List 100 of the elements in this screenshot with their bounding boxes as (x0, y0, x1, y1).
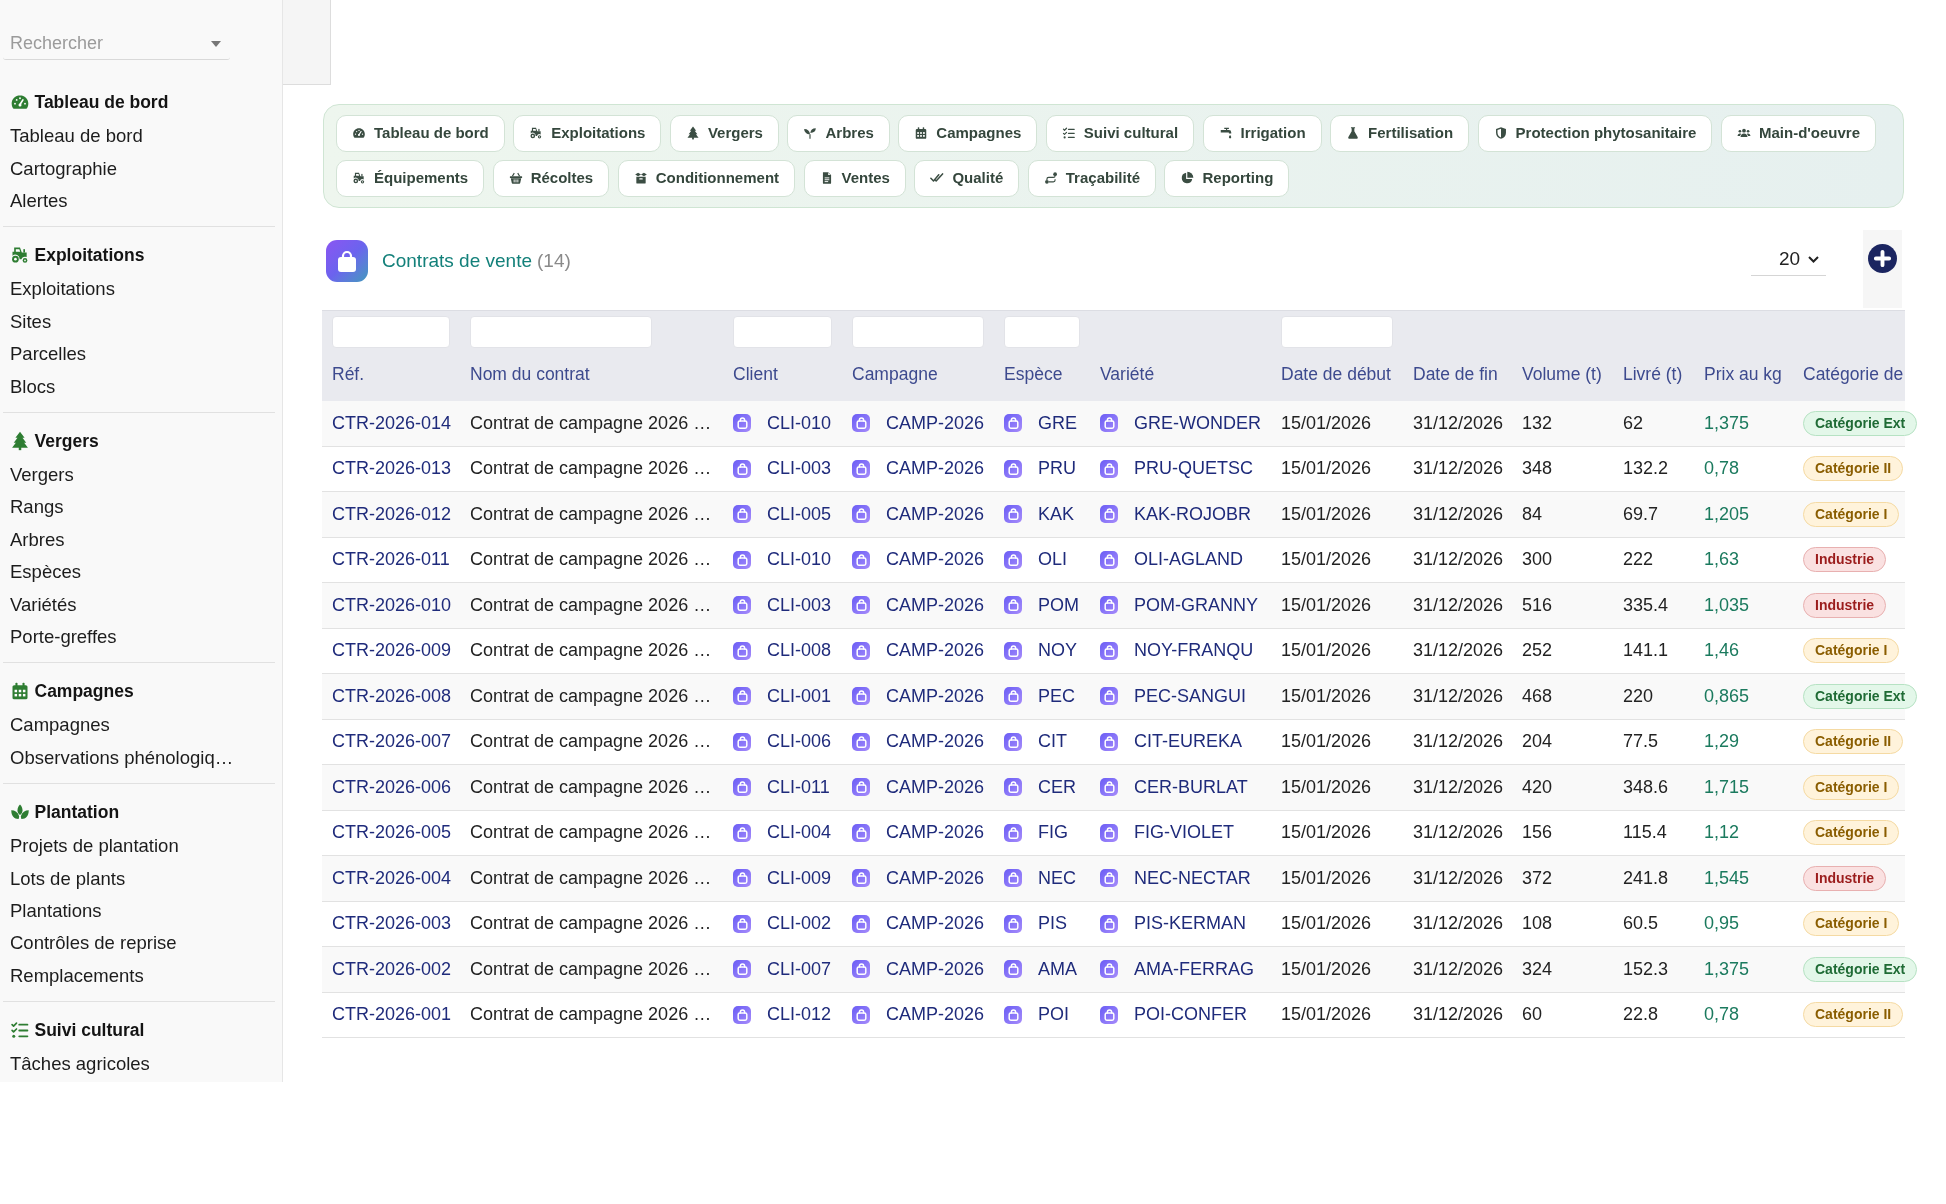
campaign-link[interactable]: CAMP-2026 (886, 819, 985, 847)
add-icon[interactable] (1868, 244, 1897, 273)
ref-link[interactable]: CTR-2026-004 (332, 864, 452, 892)
campaign-link[interactable]: CAMP-2026 (886, 455, 985, 483)
nav-tab[interactable]: Vergers (669, 114, 779, 152)
ref-link[interactable]: CTR-2026-013 (332, 455, 452, 483)
nav-tab[interactable]: Reporting (1164, 159, 1290, 197)
campaign-link[interactable]: CAMP-2026 (886, 637, 985, 665)
filter-input[interactable] (1281, 316, 1393, 348)
species-link[interactable]: CER (1038, 773, 1076, 801)
ref-link[interactable]: CTR-2026-007 (332, 728, 452, 756)
sidebar-item[interactable]: Blocs (10, 372, 56, 401)
sidebar-item[interactable]: Lots de plants (10, 864, 126, 893)
ref-link[interactable]: CTR-2026-001 (332, 1001, 452, 1029)
nav-tab[interactable]: Exploitations (513, 114, 662, 152)
sidebar-item[interactable]: Cartographie (10, 154, 117, 183)
species-link[interactable]: POI (1038, 1001, 1069, 1029)
nav-tab[interactable]: Protection phytosanitaire (1477, 114, 1713, 152)
variety-link[interactable]: CER-BURLAT (1134, 773, 1248, 801)
sidebar-item[interactable]: Exploitations (10, 275, 115, 304)
sidebar-item[interactable]: Variétés (10, 590, 77, 619)
campaign-link[interactable]: CAMP-2026 (886, 591, 985, 619)
nav-tab[interactable]: Conditionnement (617, 159, 796, 197)
campaign-link[interactable]: CAMP-2026 (886, 1001, 985, 1029)
client-link[interactable]: CLI-012 (767, 1001, 832, 1029)
species-link[interactable]: OLI (1038, 546, 1067, 574)
species-link[interactable]: PEC (1038, 682, 1075, 710)
ref-link[interactable]: CTR-2026-014 (332, 409, 452, 437)
client-link[interactable]: CLI-009 (767, 864, 832, 892)
ref-link[interactable]: CTR-2026-003 (332, 910, 452, 938)
variety-link[interactable]: CIT-EUREKA (1134, 728, 1243, 756)
ref-link[interactable]: CTR-2026-012 (332, 500, 452, 528)
nav-tab[interactable]: Campagnes (898, 114, 1038, 152)
sidebar-item[interactable]: Espèces (10, 558, 81, 586)
variety-link[interactable]: NEC-NECTAR (1134, 864, 1251, 892)
ref-link[interactable]: CTR-2026-008 (332, 682, 452, 710)
campaign-link[interactable]: CAMP-2026 (886, 864, 985, 892)
sidebar-item[interactable]: Rangs (10, 493, 64, 522)
species-link[interactable]: NOY (1038, 637, 1077, 665)
nav-tab[interactable]: Ventes (803, 159, 906, 197)
campaign-link[interactable]: CAMP-2026 (886, 955, 985, 983)
variety-link[interactable]: GRE-WONDER (1134, 409, 1261, 437)
campaign-link[interactable]: CAMP-2026 (886, 682, 985, 710)
sidebar-item[interactable]: Plantations (10, 896, 102, 925)
variety-link[interactable]: FIG-VIOLET (1134, 819, 1234, 847)
sidebar-item[interactable]: Vergers (10, 461, 74, 489)
nav-tab[interactable]: Récoltes (492, 159, 610, 197)
client-link[interactable]: CLI-008 (767, 637, 832, 665)
filter-input[interactable] (332, 316, 450, 348)
sidebar-item[interactable]: Observations phénologiq… (10, 743, 234, 772)
client-link[interactable]: CLI-007 (767, 955, 832, 983)
client-link[interactable]: CLI-010 (767, 409, 832, 437)
client-link[interactable]: CLI-010 (767, 546, 832, 574)
species-link[interactable]: CIT (1038, 728, 1067, 756)
client-link[interactable]: CLI-003 (767, 455, 832, 483)
ref-link[interactable]: CTR-2026-009 (332, 637, 452, 665)
nav-tab[interactable]: Suivi cultural (1045, 114, 1195, 152)
nav-tab[interactable]: Fertilisation (1330, 114, 1470, 152)
client-link[interactable]: CLI-005 (767, 500, 832, 528)
species-link[interactable]: POM (1038, 591, 1079, 619)
nav-tab[interactable]: Qualité (914, 159, 1020, 197)
filter-input[interactable] (1004, 316, 1080, 348)
campaign-link[interactable]: CAMP-2026 (886, 728, 985, 756)
campaign-link[interactable]: CAMP-2026 (886, 773, 985, 801)
sidebar-item[interactable]: Alertes (10, 187, 68, 215)
page-size-select[interactable]: 20 (1751, 244, 1826, 276)
sidebar-item[interactable]: Porte-greffes (10, 623, 117, 651)
variety-link[interactable]: NOY-FRANQU (1134, 637, 1254, 665)
species-link[interactable]: GRE (1038, 409, 1077, 437)
species-link[interactable]: AMA (1038, 955, 1077, 983)
sidebar-item[interactable]: Tableau de bord (10, 122, 143, 151)
campaign-link[interactable]: CAMP-2026 (886, 546, 985, 574)
filter-input[interactable] (470, 316, 652, 348)
sidebar-item[interactable]: Contrôles de reprise (10, 929, 177, 958)
species-link[interactable]: FIG (1038, 819, 1068, 847)
variety-link[interactable]: POM-GRANNY (1134, 591, 1258, 619)
client-link[interactable]: CLI-002 (767, 910, 832, 938)
ref-link[interactable]: CTR-2026-006 (332, 773, 452, 801)
nav-tab[interactable]: Main-d'oeuvre (1720, 114, 1877, 152)
ref-link[interactable]: CTR-2026-005 (332, 819, 452, 847)
species-link[interactable]: PRU (1038, 455, 1076, 483)
sidebar-item[interactable]: Sites (10, 307, 52, 336)
sidebar-item[interactable]: Campagnes (10, 711, 110, 740)
variety-link[interactable]: KAK-ROJOBR (1134, 500, 1252, 528)
client-link[interactable]: CLI-001 (767, 682, 832, 710)
client-link[interactable]: CLI-006 (767, 728, 832, 756)
variety-link[interactable]: PIS-KERMAN (1134, 910, 1247, 938)
client-link[interactable]: CLI-011 (767, 773, 830, 801)
ref-link[interactable]: CTR-2026-002 (332, 955, 452, 983)
ref-link[interactable]: CTR-2026-010 (332, 591, 452, 619)
species-link[interactable]: PIS (1038, 910, 1067, 938)
species-link[interactable]: NEC (1038, 864, 1076, 892)
variety-link[interactable]: PEC-SANGUI (1134, 682, 1247, 710)
nav-tab[interactable]: Traçabilité (1027, 159, 1156, 197)
species-link[interactable]: KAK (1038, 500, 1075, 528)
search-field[interactable]: Rechercher (3, 28, 230, 60)
sidebar-item[interactable]: Remplacements (10, 961, 144, 990)
nav-tab[interactable]: Irrigation (1202, 114, 1322, 152)
filter-input[interactable] (733, 316, 832, 348)
nav-tab[interactable]: Équipements (336, 159, 485, 197)
